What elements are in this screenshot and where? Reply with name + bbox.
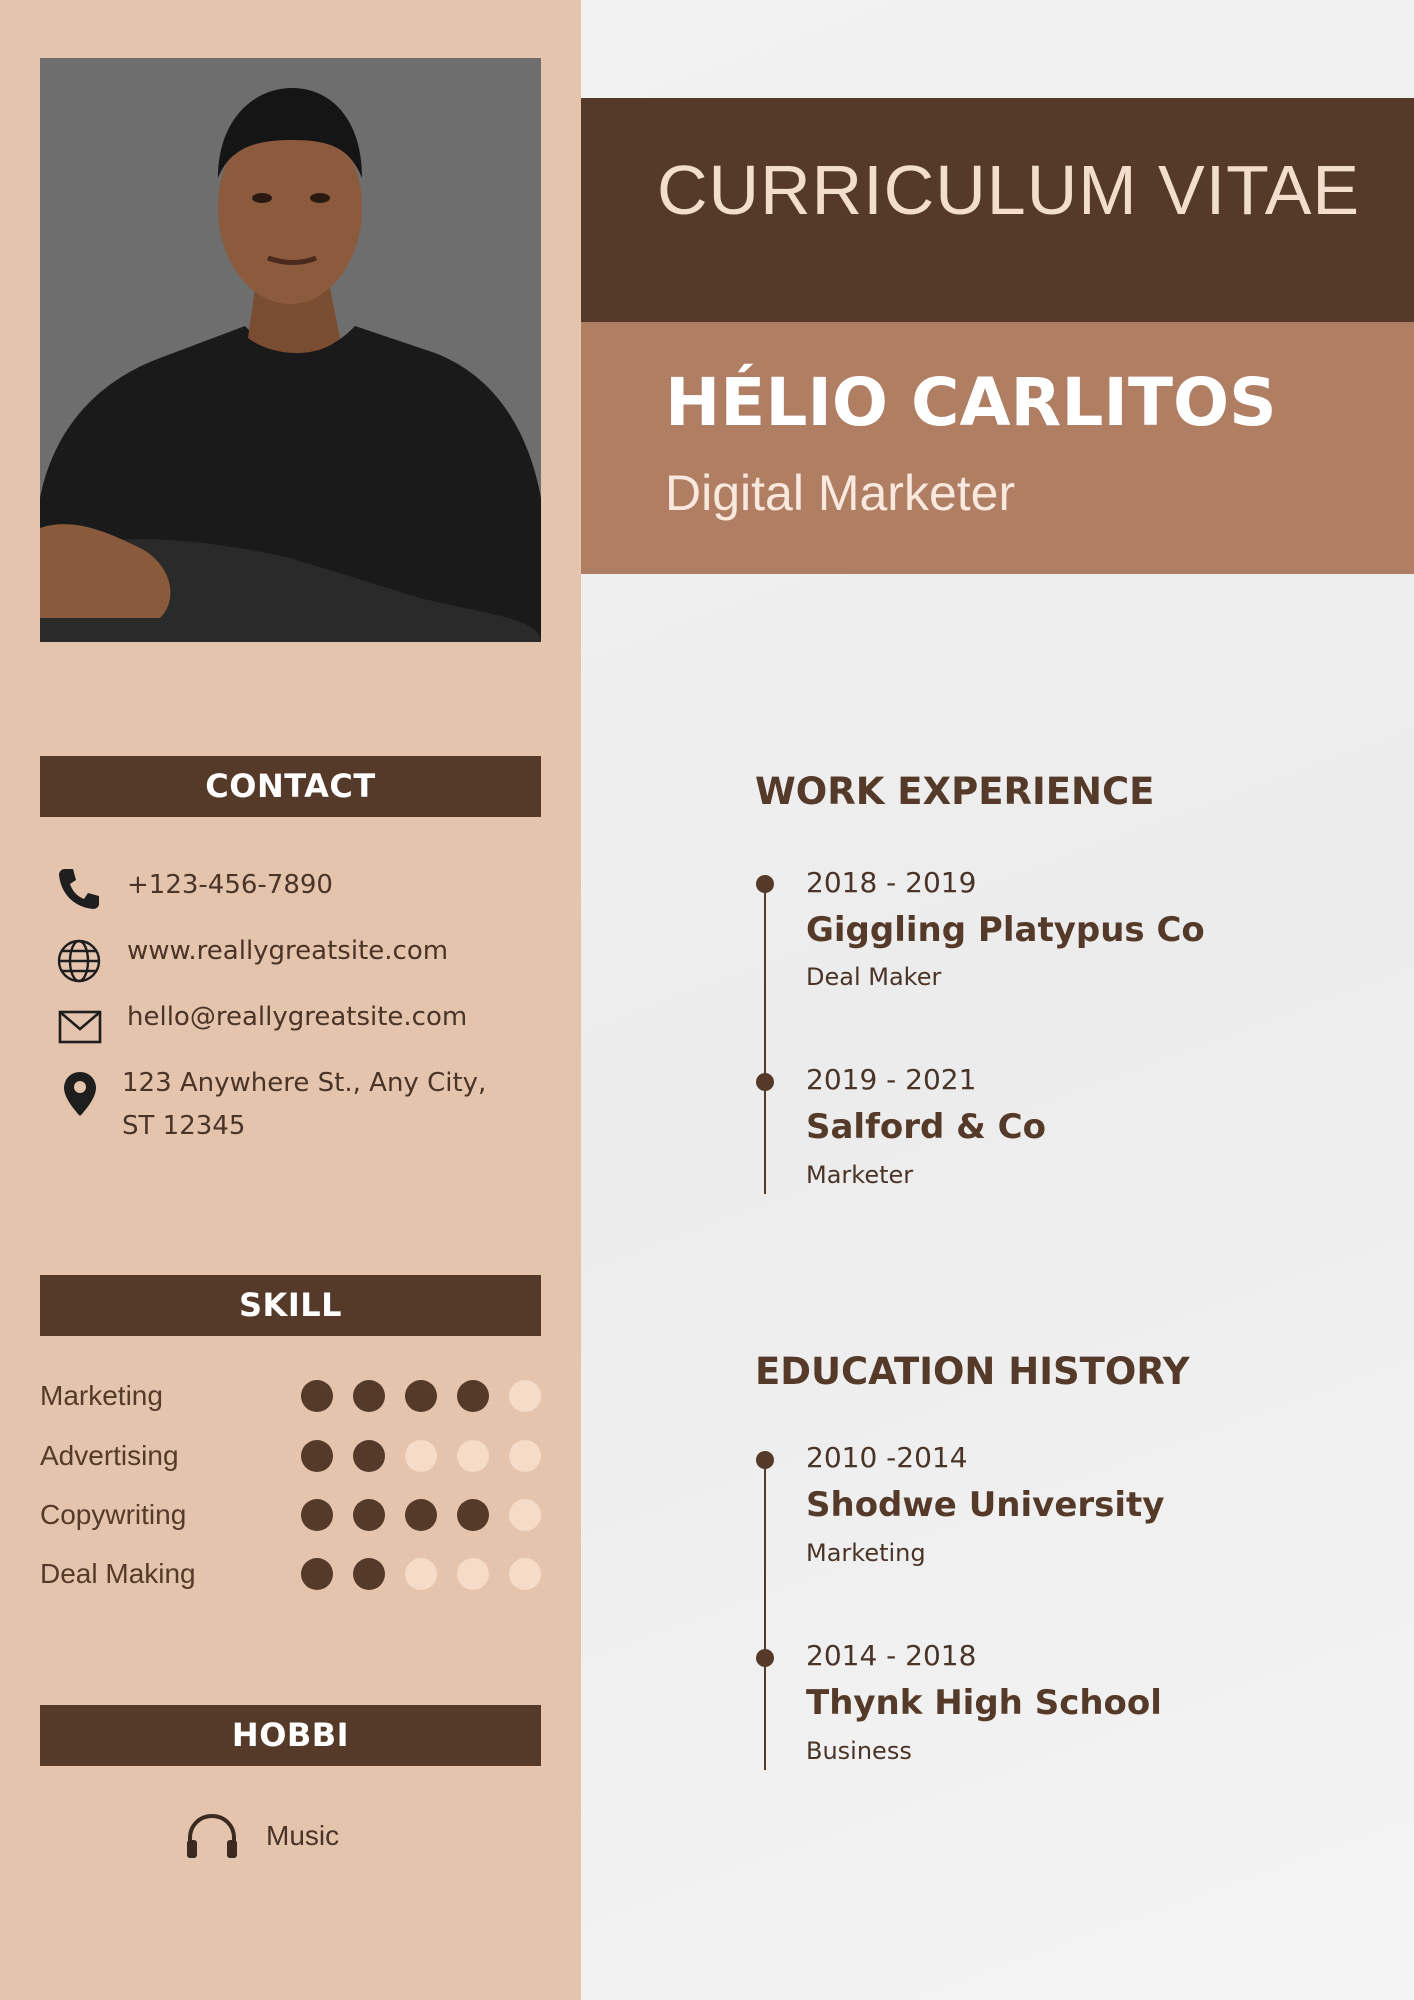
work-years: 2018 - 2019 xyxy=(806,866,977,899)
work-org: Salford & Co xyxy=(806,1107,1046,1147)
skill-dot-empty xyxy=(509,1380,541,1412)
person-name: HÉLIO CARLITOS xyxy=(665,364,1277,441)
education-org: Shodwe University xyxy=(806,1485,1165,1525)
skill-dot-empty xyxy=(509,1558,541,1590)
sidebar: CONTACT +123-456-7890 www.reallygreatsit… xyxy=(0,0,581,2000)
skill-dot-empty xyxy=(509,1440,541,1472)
work-org: Giggling Platypus Co xyxy=(806,910,1205,950)
skill-name: Deal Making xyxy=(40,1558,196,1589)
skill-dot-empty xyxy=(405,1558,437,1590)
education-years: 2014 - 2018 xyxy=(806,1639,977,1672)
person-portrait xyxy=(40,58,541,642)
skill-dot-filled xyxy=(405,1499,437,1531)
skill-dot-filled xyxy=(301,1558,333,1590)
education-years: 2010 -2014 xyxy=(806,1441,968,1474)
skill-heading: SKILL xyxy=(40,1275,541,1336)
education-timeline-line xyxy=(764,1460,766,1770)
skill-dot-empty xyxy=(509,1499,541,1531)
timeline-dot xyxy=(756,1073,774,1091)
work-title: Marketer xyxy=(806,1161,914,1189)
page-title: CURRICULUM VITAE xyxy=(657,151,1361,229)
education-org: Thynk High School xyxy=(806,1683,1162,1723)
headphones-icon xyxy=(184,1812,240,1865)
hobbi-item-music: Music xyxy=(266,1820,340,1851)
work-title: Deal Maker xyxy=(806,963,942,991)
person-role: Digital Marketer xyxy=(665,465,1016,521)
location-pin-icon xyxy=(62,1070,98,1123)
work-timeline-line xyxy=(764,884,766,1194)
timeline-dot xyxy=(756,1451,774,1469)
skill-dot-filled xyxy=(353,1499,385,1531)
mail-icon xyxy=(58,1010,102,1049)
contact-address-line2: ST 12345 xyxy=(122,1111,246,1141)
skill-name: Advertising xyxy=(40,1440,179,1471)
skill-dot-filled xyxy=(353,1380,385,1412)
skill-dot-filled xyxy=(457,1380,489,1412)
globe-icon xyxy=(56,938,102,989)
skill-dot-filled xyxy=(301,1380,333,1412)
education-field: Marketing xyxy=(806,1539,926,1567)
skill-name: Marketing xyxy=(40,1380,163,1411)
skill-dot-filled xyxy=(405,1380,437,1412)
skill-dot-filled xyxy=(301,1499,333,1531)
skill-dot-filled xyxy=(353,1440,385,1472)
contact-heading: CONTACT xyxy=(40,756,541,817)
name-banner: HÉLIO CARLITOS Digital Marketer xyxy=(581,322,1414,574)
work-experience-heading: WORK EXPERIENCE xyxy=(755,770,1155,813)
hobbi-heading: HOBBI xyxy=(40,1705,541,1766)
skill-name: Copywriting xyxy=(40,1499,187,1530)
contact-phone[interactable]: +123-456-7890 xyxy=(127,870,333,900)
skill-dot-empty xyxy=(457,1440,489,1472)
cv-banner: CURRICULUM VITAE xyxy=(581,98,1414,322)
contact-email[interactable]: hello@reallygreatsite.com xyxy=(127,1002,467,1032)
work-years: 2019 - 2021 xyxy=(806,1063,977,1096)
skill-dot-empty xyxy=(457,1558,489,1590)
phone-icon xyxy=(56,866,102,917)
timeline-dot xyxy=(756,875,774,893)
profile-photo xyxy=(40,58,541,642)
skill-dot-empty xyxy=(405,1440,437,1472)
skill-dot-filled xyxy=(353,1558,385,1590)
skill-dot-filled xyxy=(301,1440,333,1472)
timeline-dot xyxy=(756,1649,774,1667)
education-field: Business xyxy=(806,1737,912,1765)
skill-dot-filled xyxy=(457,1499,489,1531)
contact-address-line1: 123 Anywhere St., Any City, xyxy=(122,1068,487,1098)
contact-website[interactable]: www.reallygreatsite.com xyxy=(127,936,448,966)
education-heading: EDUCATION HISTORY xyxy=(755,1350,1190,1393)
